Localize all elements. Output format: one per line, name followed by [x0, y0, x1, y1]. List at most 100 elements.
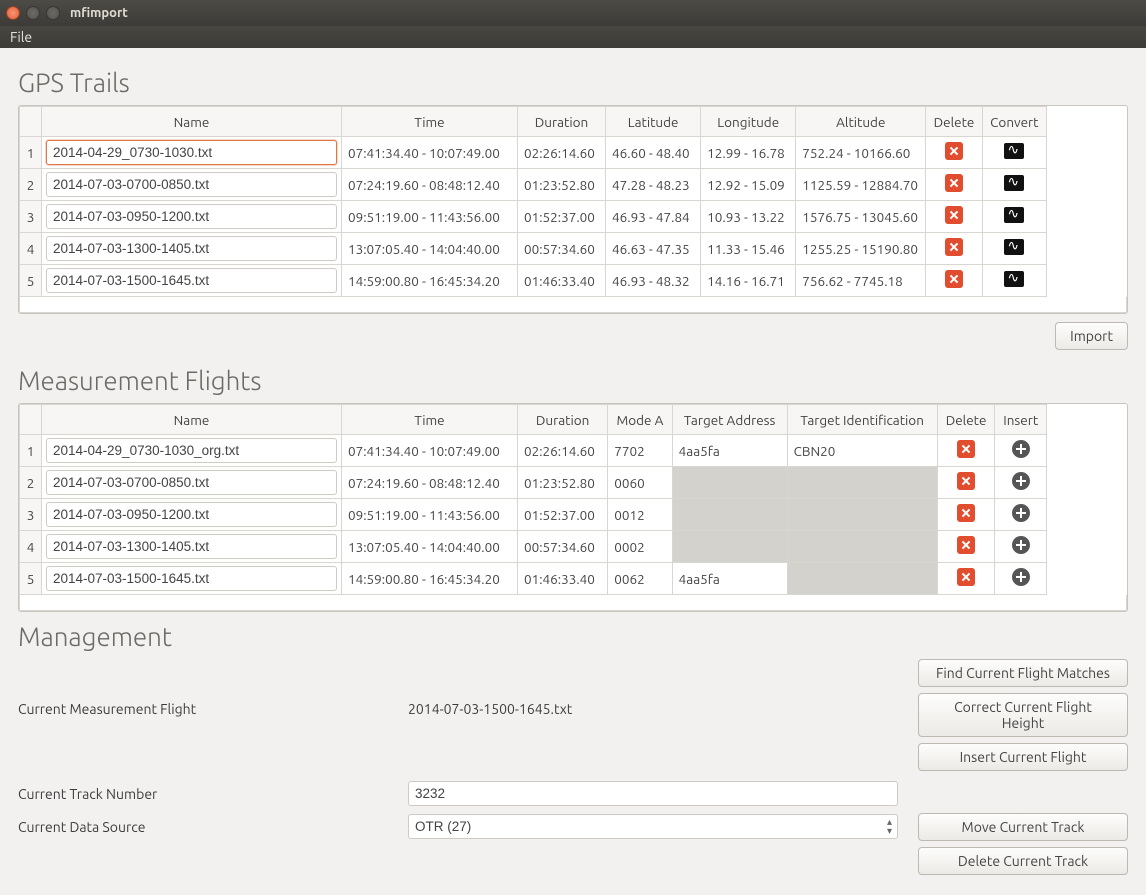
convert-icon[interactable]: [1004, 271, 1024, 287]
flights-col-delete[interactable]: Delete: [937, 405, 995, 435]
flight-name-input[interactable]: [46, 534, 337, 559]
gps-col-name[interactable]: Name: [42, 107, 342, 137]
delete-icon[interactable]: [945, 270, 963, 288]
convert-icon[interactable]: [1004, 175, 1024, 191]
gps-longitude: 11.33 - 15.46: [701, 233, 796, 265]
table-row: 514:59:00.80 - 16:45:34.2001:46:33.40006…: [20, 563, 1127, 595]
flight-modea: 0002: [608, 531, 672, 563]
gps-time: 07:24:19.60 - 08:48:12.40: [342, 169, 518, 201]
row-number: 4: [20, 531, 42, 563]
gps-latitude: 46.93 - 47.84: [606, 201, 701, 233]
gps-name-input[interactable]: [46, 140, 337, 165]
flights-col-insert[interactable]: Insert: [995, 405, 1047, 435]
correct-current-flight-height-button[interactable]: Correct Current Flight Height: [918, 693, 1128, 737]
flight-name-input[interactable]: [46, 470, 337, 495]
flight-name-input[interactable]: [46, 502, 337, 527]
current-data-source-select[interactable]: [408, 814, 898, 839]
gps-col-time[interactable]: Time: [342, 107, 518, 137]
gps-latitude: 46.93 - 48.32: [606, 265, 701, 297]
flight-target-address: [672, 499, 787, 531]
flight-target-address: [672, 467, 787, 499]
flight-time: 14:59:00.80 - 16:45:34.20: [342, 563, 518, 595]
gps-col-delete[interactable]: Delete: [926, 107, 982, 137]
gps-altitude: 1125.59 - 12884.70: [796, 169, 926, 201]
gps-longitude: 12.99 - 16.78: [701, 137, 796, 169]
gps-duration: 01:46:33.40: [518, 265, 606, 297]
gps-latitude: 47.28 - 48.23: [606, 169, 701, 201]
measurement-flights-heading: Measurement Flights: [18, 366, 1128, 395]
flight-name-input[interactable]: [46, 438, 337, 463]
flight-target-id: [787, 467, 937, 499]
gps-time: 13:07:05.40 - 14:04:40.00: [342, 233, 518, 265]
window-maximize-icon[interactable]: [46, 6, 60, 20]
flights-col-target-id[interactable]: Target Identification: [787, 405, 937, 435]
delete-icon[interactable]: [945, 174, 963, 192]
window-close-icon[interactable]: [6, 6, 20, 20]
row-number: 3: [20, 201, 42, 233]
row-number: 1: [20, 137, 42, 169]
delete-icon[interactable]: [957, 568, 975, 586]
flights-col-duration[interactable]: Duration: [518, 405, 608, 435]
flight-time: 07:24:19.60 - 08:48:12.40: [342, 467, 518, 499]
convert-icon[interactable]: [1004, 143, 1024, 159]
gps-col-latitude[interactable]: Latitude: [606, 107, 701, 137]
table-row: 413:07:05.40 - 14:04:40.0000:57:34.60000…: [20, 531, 1127, 563]
delete-icon[interactable]: [945, 142, 963, 160]
table-row: 207:24:19.60 - 08:48:12.4001:23:52.8047.…: [20, 169, 1127, 201]
current-data-source-label: Current Data Source: [18, 819, 408, 835]
move-current-track-button[interactable]: Move Current Track: [918, 813, 1128, 841]
flight-duration: 01:46:33.40: [518, 563, 608, 595]
insert-icon[interactable]: [1012, 504, 1030, 522]
flights-col-target-address[interactable]: Target Address: [672, 405, 787, 435]
current-measurement-flight-label: Current Measurement Flight: [18, 701, 408, 717]
delete-icon[interactable]: [957, 472, 975, 490]
gps-name-input[interactable]: [46, 268, 337, 293]
gps-name-input[interactable]: [46, 204, 337, 229]
window-minimize-icon[interactable]: [26, 6, 40, 20]
row-number: 3: [20, 499, 42, 531]
flight-time: 09:51:19.00 - 11:43:56.00: [342, 499, 518, 531]
flight-time: 07:41:34.40 - 10:07:49.00: [342, 435, 518, 467]
gps-col-altitude[interactable]: Altitude: [796, 107, 926, 137]
gps-name-input[interactable]: [46, 172, 337, 197]
table-row: 309:51:19.00 - 11:43:56.0001:52:37.0046.…: [20, 201, 1127, 233]
flight-modea: 0062: [608, 563, 672, 595]
flights-col-modea[interactable]: Mode A: [608, 405, 672, 435]
delete-icon[interactable]: [957, 440, 975, 458]
flight-target-address: 4aa5fa: [672, 563, 787, 595]
gps-longitude: 14.16 - 16.71: [701, 265, 796, 297]
convert-icon[interactable]: [1004, 207, 1024, 223]
find-current-flight-matches-button[interactable]: Find Current Flight Matches: [918, 659, 1128, 687]
row-number: 5: [20, 265, 42, 297]
flight-name-input[interactable]: [46, 566, 337, 591]
delete-icon[interactable]: [945, 206, 963, 224]
delete-icon[interactable]: [945, 238, 963, 256]
insert-current-flight-button[interactable]: Insert Current Flight: [918, 743, 1128, 771]
gps-name-input[interactable]: [46, 236, 337, 261]
gps-duration: 01:23:52.80: [518, 169, 606, 201]
window-titlebar: mfimport: [0, 0, 1146, 26]
delete-icon[interactable]: [957, 504, 975, 522]
gps-col-longitude[interactable]: Longitude: [701, 107, 796, 137]
flight-duration: 00:57:34.60: [518, 531, 608, 563]
import-button[interactable]: Import: [1055, 322, 1128, 350]
insert-icon[interactable]: [1012, 536, 1030, 554]
insert-icon[interactable]: [1012, 568, 1030, 586]
convert-icon[interactable]: [1004, 239, 1024, 255]
flights-col-name[interactable]: Name: [42, 405, 342, 435]
menu-file[interactable]: File: [10, 29, 32, 45]
gps-col-convert[interactable]: Convert: [982, 107, 1046, 137]
flights-col-time[interactable]: Time: [342, 405, 518, 435]
stepper-arrows-icon[interactable]: ▴▾: [887, 817, 892, 835]
delete-icon[interactable]: [957, 536, 975, 554]
gps-col-duration[interactable]: Duration: [518, 107, 606, 137]
insert-icon[interactable]: [1012, 472, 1030, 490]
insert-icon[interactable]: [1012, 440, 1030, 458]
measurement-flights-table: Name Time Duration Mode A Target Address…: [18, 403, 1128, 612]
management-heading: Management: [18, 622, 1128, 651]
delete-current-track-button[interactable]: Delete Current Track: [918, 847, 1128, 875]
current-track-number-input[interactable]: [408, 781, 898, 806]
gps-longitude: 10.93 - 13.22: [701, 201, 796, 233]
gps-altitude: 1255.25 - 15190.80: [796, 233, 926, 265]
gps-duration: 02:26:14.60: [518, 137, 606, 169]
